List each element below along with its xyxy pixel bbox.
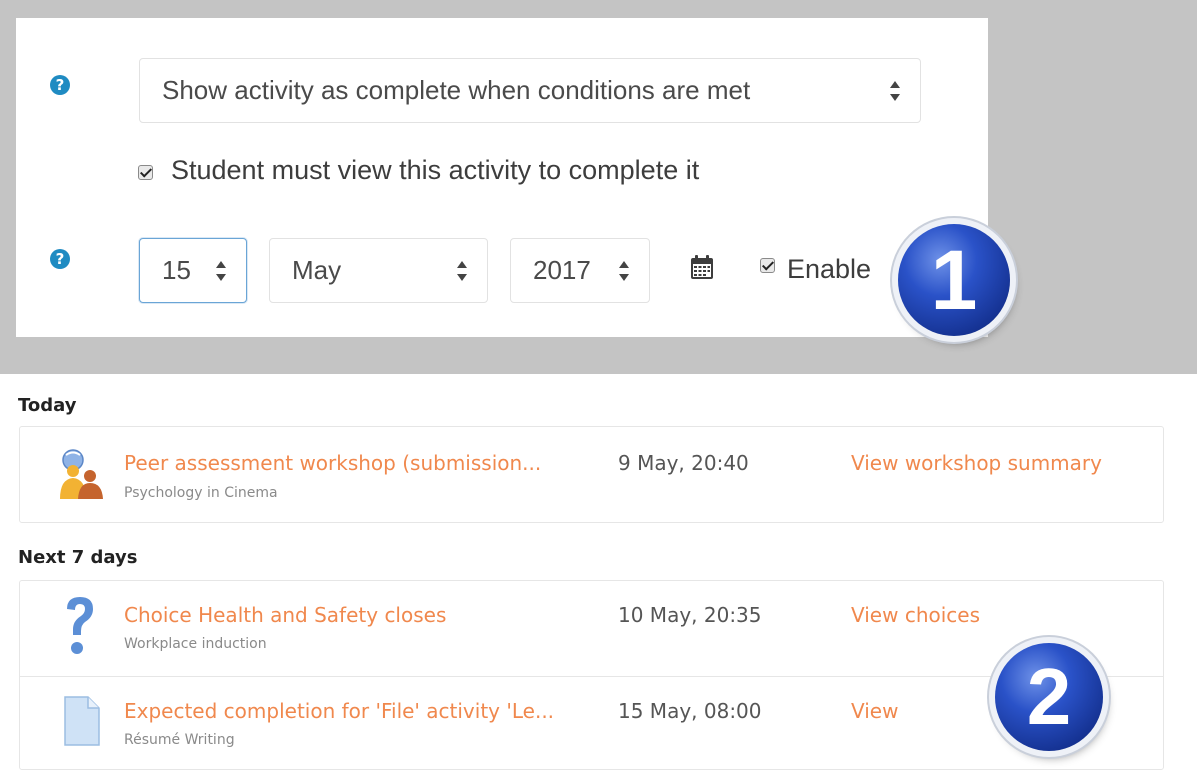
view-required-checkbox[interactable]	[138, 165, 153, 180]
event-date: 9 May, 20:40	[618, 451, 749, 475]
select-caret-icon	[457, 261, 467, 281]
event-course-name: Workplace induction	[124, 636, 267, 652]
select-caret-icon	[216, 261, 226, 281]
event-action-link[interactable]: View choices	[851, 603, 980, 627]
file-icon	[64, 696, 100, 746]
event-course-name: Résumé Writing	[124, 732, 235, 748]
workshop-icon	[60, 449, 103, 499]
event-title-link[interactable]: Peer assessment workshop (submission...	[124, 451, 541, 475]
month-select[interactable]: May	[269, 238, 488, 303]
event-action-link[interactable]: View workshop summary	[851, 451, 1102, 475]
day-value: 15	[162, 255, 191, 285]
calendar-icon[interactable]	[690, 254, 714, 280]
list-item[interactable]: Choice Health and Safety closes Workplac…	[20, 581, 1163, 676]
event-title-link[interactable]: Expected completion for 'File' activity …	[124, 699, 554, 723]
select-caret-icon	[619, 261, 629, 281]
event-date: 10 May, 20:35	[618, 603, 762, 627]
year-select[interactable]: 2017	[510, 238, 650, 303]
month-value: May	[292, 255, 342, 285]
enable-label: Enable	[787, 254, 872, 284]
event-title-link[interactable]: Choice Health and Safety closes	[124, 603, 446, 627]
section-title-today: Today	[18, 395, 77, 416]
choice-icon	[67, 597, 93, 654]
help-icon[interactable]: ?	[50, 75, 70, 95]
step-badge-1: 1	[898, 224, 1010, 336]
select-caret-icon	[890, 81, 900, 101]
completion-settings-panel: ? Show activity as complete when conditi…	[16, 18, 988, 337]
completion-tracking-value: Show activity as complete when condition…	[162, 75, 751, 105]
event-course-name: Psychology in Cinema	[124, 485, 278, 501]
help-icon[interactable]: ?	[50, 249, 70, 269]
event-action-link[interactable]: View	[851, 699, 898, 723]
view-required-label: Student must view this activity to compl…	[171, 155, 700, 185]
year-value: 2017	[533, 255, 591, 285]
list-item[interactable]: Peer assessment workshop (submission... …	[20, 427, 1163, 522]
completion-tracking-select[interactable]: Show activity as complete when condition…	[139, 58, 921, 123]
today-event-list: Peer assessment workshop (submission... …	[19, 426, 1164, 523]
next-7-days-event-list: Choice Health and Safety closes Workplac…	[19, 580, 1164, 770]
event-date: 15 May, 08:00	[618, 699, 762, 723]
section-title-next-7-days: Next 7 days	[18, 547, 138, 568]
list-item[interactable]: Expected completion for 'File' activity …	[20, 677, 1163, 771]
day-select[interactable]: 15	[139, 238, 247, 303]
enable-checkbox[interactable]	[760, 258, 775, 273]
step-badge-2: 2	[995, 643, 1103, 751]
